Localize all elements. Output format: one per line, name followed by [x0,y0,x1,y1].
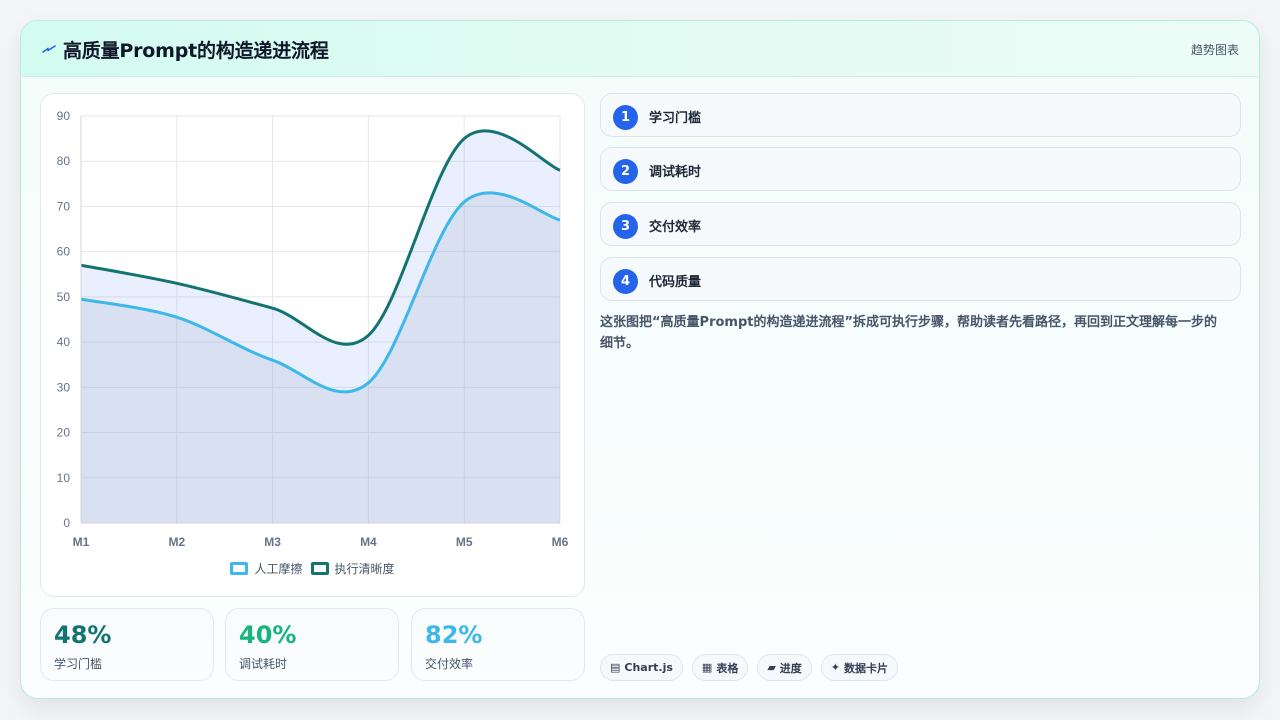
legend-item-series-1[interactable]: 人工摩擦 [230,560,303,577]
chart-type-tag: 趋势图表 [1190,43,1239,57]
legend-swatch-series-1 [230,562,249,575]
y-tick-label: 10 [57,471,71,485]
step-label: 交付效率 [649,220,702,235]
y-tick-label: 50 [57,290,71,304]
progress-icon: ▰ [767,661,776,674]
x-tick-label: M2 [168,535,185,549]
step-item-4[interactable]: 4 代码质量 [600,257,1241,301]
legend-item-series-2[interactable]: 执行清晰度 [310,560,395,577]
tag-progress[interactable]: ▰ 进度 [757,654,812,681]
tag-chartjs[interactable]: ▤ Chart.js [600,654,683,681]
y-tick-label: 70 [57,199,71,213]
chart-panel: 0 10 20 30 40 50 60 70 80 90 M1 M2 M3 M4 M5 M6 人工摩擦 执行清… [40,93,585,597]
stat-label: 交付效率 [425,657,474,671]
main-card: 高质量Prompt的构造递进流程 趋势图表 0 10 20 30 40 50 60 70 80 9… [20,20,1260,699]
y-tick-label: 20 [57,426,71,440]
step-item-1[interactable]: 1 学习门槛 [600,93,1241,137]
step-number-badge: 4 [613,269,638,294]
stat-value: 82% [425,621,483,649]
y-tick-label: 60 [57,245,71,259]
lightning-icon [42,45,56,53]
chart-description: 这张图把“高质量Prompt的构造递进流程”拆成可执行步骤，帮助读者先看路径，再… [600,315,1218,351]
legend-swatch-series-2 [310,562,329,575]
y-tick-label: 30 [57,380,71,394]
stat-card-3: 82% 交付效率 [411,608,585,681]
card-header: 高质量Prompt的构造递进流程 趋势图表 [21,21,1259,77]
stat-label: 学习门槛 [54,657,103,671]
chart-legend: 人工摩擦 执行清晰度 [41,560,584,577]
x-tick-label: M6 [552,535,569,549]
tag-table[interactable]: ▦ 表格 [691,654,749,681]
tag-label: 数据卡片 [844,661,889,675]
step-number-badge: 1 [613,105,638,130]
stat-card-2: 40% 调试耗时 [225,608,399,681]
y-tick-label: 0 [63,516,70,530]
y-tick-label: 80 [57,154,71,168]
step-number-badge: 3 [613,214,638,239]
x-tick-label: M4 [360,535,377,549]
stat-label: 调试耗时 [239,657,288,671]
step-item-3[interactable]: 3 交付效率 [600,202,1241,246]
stat-card-1: 48% 学习门槛 [40,608,214,681]
sparkle-icon: ✦ [830,661,841,674]
line-chart: 0 10 20 30 40 50 60 70 80 90 M1 M2 M3 M4 M5 M6 [57,109,569,549]
step-item-2[interactable]: 2 调试耗时 [600,147,1241,191]
stat-value: 40% [239,621,297,649]
step-number-badge: 2 [613,159,638,184]
tag-label: Chart.js [624,661,673,674]
feature-tags: ▤ Chart.js ▦ 表格 ▰ 进度 ✦ 数据卡片 [600,654,899,681]
x-tick-label: M5 [456,535,473,549]
step-label: 调试耗时 [649,165,702,180]
step-label: 学习门槛 [649,111,702,126]
step-label: 代码质量 [649,275,702,290]
y-tick-label: 40 [57,335,71,349]
legend-label-series-2: 执行清晰度 [334,562,395,576]
page-title: 高质量Prompt的构造递进流程 [63,40,329,62]
tag-label: 表格 [716,661,739,675]
stat-value: 48% [54,621,112,649]
x-tick-label: M1 [73,535,90,549]
tag-label: 进度 [779,661,802,675]
chart-icon: ▤ [610,661,621,674]
x-tick-label: M3 [264,535,281,549]
y-tick-label: 90 [57,109,71,123]
tag-data-card[interactable]: ✦ 数据卡片 [820,654,899,681]
legend-label-series-1: 人工摩擦 [254,562,303,576]
table-icon: ▦ [701,661,713,674]
